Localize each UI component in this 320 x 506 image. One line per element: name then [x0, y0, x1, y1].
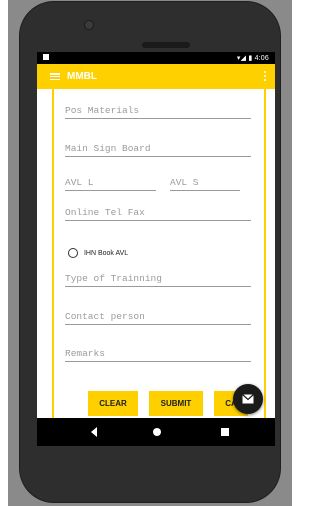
main-sign-board-input[interactable]: Main Sign Board [65, 143, 251, 157]
ihn-book-avl-radio[interactable]: IHN Book AVL [68, 248, 128, 258]
signal-icon: ▾◢ [236, 55, 247, 62]
status-clock: ▾◢ ▮ 4:06 [237, 54, 269, 62]
ihn-book-avl-label: IHN Book AVL [83, 249, 129, 257]
menu-icon[interactable] [50, 73, 60, 81]
back-icon[interactable] [91, 427, 97, 437]
radio-button-icon[interactable] [68, 248, 78, 258]
avl-s-input[interactable]: AVL S [170, 177, 240, 191]
earpiece [142, 42, 190, 48]
remarks-input[interactable]: Remarks [65, 348, 251, 362]
app-bar: MMBL [37, 64, 275, 89]
mail-icon [242, 394, 254, 404]
app-title: MMBL [67, 71, 97, 82]
clear-button[interactable]: CLEAR [88, 391, 138, 416]
navigation-bar [37, 418, 275, 446]
home-icon[interactable] [153, 428, 161, 436]
type-of-training-input[interactable]: Type of Trainning [65, 273, 251, 287]
notification-icon [43, 54, 49, 60]
overflow-menu-icon[interactable] [264, 71, 267, 83]
form-container: Pos Materials Main Sign Board AVL L AVL … [52, 89, 266, 425]
avl-l-input[interactable]: AVL L [65, 177, 156, 191]
online-tel-fax-input[interactable]: Online Tel Fax [65, 207, 251, 221]
status-bar: ▾◢ ▮ 4:06 [37, 52, 275, 64]
submit-button[interactable]: SUBMIT [149, 391, 203, 416]
battery-icon: ▮ [248, 55, 253, 62]
message-fab[interactable] [233, 384, 263, 414]
recent-apps-icon[interactable] [221, 428, 229, 436]
contact-person-input[interactable]: Contact person [65, 311, 251, 325]
pos-materials-input[interactable]: Pos Materials [65, 105, 251, 119]
app-screen: ▾◢ ▮ 4:06 MMBL Pos Materials Main Sign B… [37, 52, 275, 438]
status-time: 4:06 [254, 55, 269, 62]
front-camera [84, 20, 94, 30]
